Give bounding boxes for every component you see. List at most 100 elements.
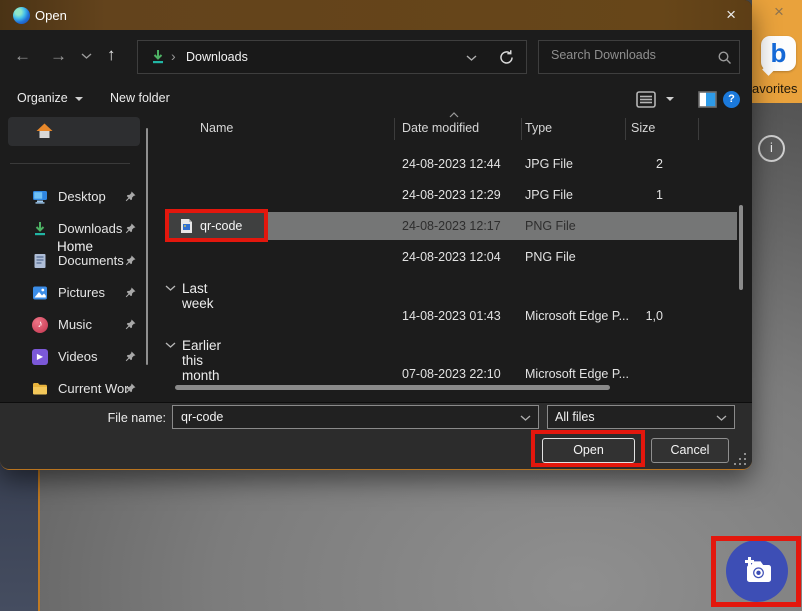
annotation-box-camera-button [711, 536, 801, 607]
table-row[interactable]: 14-08-2023 01:43 Microsoft Edge P... 1,0 [165, 302, 737, 330]
column-separator[interactable] [521, 118, 522, 140]
sidebar-scrollbar[interactable] [146, 128, 148, 365]
cell-date: 24-08-2023 12:29 [402, 181, 501, 209]
new-folder-button[interactable]: New folder [110, 91, 170, 105]
cell-type: PNG File [525, 212, 576, 240]
search-input[interactable] [549, 47, 713, 63]
column-separator[interactable] [394, 118, 395, 140]
cancel-button[interactable]: Cancel [651, 438, 729, 463]
address-dropdown-chevron-icon[interactable] [466, 55, 477, 62]
pin-icon[interactable] [125, 191, 136, 202]
sidebar-item-pictures[interactable]: Pictures [8, 279, 146, 307]
favorites-flyout-panel: × b avorites [752, 0, 802, 103]
dialog-close-icon[interactable]: × [720, 5, 742, 25]
open-file-dialog: Open × ← → ↑ › Downloads [0, 0, 752, 470]
group-collapse-chevron-icon [165, 285, 176, 292]
chevron-down-icon [520, 415, 531, 422]
column-header-name[interactable]: Name [200, 121, 233, 135]
sort-ascending-chevron-icon [449, 112, 459, 118]
cell-size: 1,0 [626, 302, 663, 330]
file-name-combobox[interactable] [172, 405, 539, 429]
flyout-close-icon[interactable]: × [774, 2, 784, 22]
downloads-folder-icon [150, 49, 166, 66]
sidebar-item-label: Videos [58, 349, 98, 364]
cell-date: 24-08-2023 12:04 [402, 243, 501, 271]
address-bar[interactable]: › Downloads [137, 40, 527, 74]
cell-type: PNG File [525, 243, 576, 271]
search-box[interactable] [538, 40, 740, 74]
sidebar-item-label: Music [58, 317, 92, 332]
column-separator[interactable] [625, 118, 626, 140]
sidebar-item-documents[interactable]: Documents [8, 247, 146, 275]
file-type-combobox[interactable]: All files [547, 405, 735, 429]
forward-icon[interactable]: → [50, 46, 67, 66]
desktop-icon [32, 189, 48, 205]
view-details-icon[interactable] [636, 91, 656, 108]
sidebar-item-current-work[interactable]: Current Worl [8, 375, 146, 403]
pin-icon[interactable] [125, 319, 136, 330]
documents-icon [32, 253, 48, 269]
resize-grip[interactable] [734, 453, 746, 465]
edge-logo-icon [13, 7, 30, 24]
sidebar-item-desktop[interactable]: Desktop [8, 183, 146, 211]
table-row[interactable]: 24-08-2023 12:44 JPG File 2 [165, 150, 737, 178]
pin-icon[interactable] [125, 287, 136, 298]
downloads-icon [32, 221, 48, 237]
pin-icon[interactable] [125, 223, 136, 234]
dialog-titlebar[interactable]: Open × [0, 0, 752, 30]
horizontal-scrollbar[interactable] [175, 385, 610, 390]
bing-letter: b [761, 36, 796, 70]
help-icon[interactable]: ? [723, 91, 740, 108]
recent-locations-chevron-icon[interactable] [81, 53, 92, 60]
home-icon [36, 123, 53, 139]
view-dropdown-caret-icon[interactable] [666, 97, 674, 101]
refresh-icon[interactable] [498, 49, 515, 66]
pin-icon[interactable] [125, 383, 136, 394]
favorites-label: avorites [752, 81, 802, 96]
annotation-box-qr-code [165, 209, 268, 242]
breadcrumb-chevron-icon: › [171, 48, 176, 64]
sidebar-item-downloads[interactable]: Downloads [8, 215, 146, 243]
up-icon[interactable]: ↑ [107, 45, 116, 65]
sidebar-item-home[interactable]: Home [8, 117, 140, 146]
cell-date: 24-08-2023 12:17 [402, 212, 501, 240]
column-header-date-modified[interactable]: Date modified [402, 121, 479, 135]
cell-date: 14-08-2023 01:43 [402, 302, 501, 330]
sidebar-item-label: Current Worl [58, 381, 128, 396]
videos-icon: ▶ [32, 349, 48, 365]
sidebar-item-label: Documents [58, 253, 124, 268]
preview-pane-icon[interactable] [698, 91, 717, 108]
sidebar-item-music[interactable]: ♪ Music [8, 311, 146, 339]
file-name-input[interactable] [179, 409, 513, 425]
back-icon[interactable]: ← [14, 46, 31, 66]
column-header-type[interactable]: Type [525, 121, 552, 135]
cell-size: 2 [626, 150, 663, 178]
table-row[interactable]: 24-08-2023 12:29 JPG File 1 [165, 181, 737, 209]
cell-date: 24-08-2023 12:44 [402, 150, 501, 178]
cell-type: JPG File [525, 150, 573, 178]
column-header-size[interactable]: Size [631, 121, 655, 135]
chevron-down-icon [716, 415, 727, 422]
sidebar-item-videos[interactable]: ▶ Videos [8, 343, 146, 371]
cell-type: Microsoft Edge P... [525, 360, 629, 388]
table-row[interactable]: 07-08-2023 22:10 Microsoft Edge P... [165, 360, 737, 388]
table-row[interactable]: 24-08-2023 12:04 PNG File [165, 243, 737, 271]
pictures-icon [32, 285, 48, 301]
sidebar-item-label: Pictures [58, 285, 105, 300]
bing-logo[interactable]: b [761, 36, 796, 71]
screenshot-stage: × b avorites i Open × ← → ↑ [0, 0, 802, 611]
pin-icon[interactable] [125, 255, 136, 266]
sidebar-divider [10, 163, 130, 164]
sidebar-item-label: Desktop [58, 189, 106, 204]
cell-size: 1 [626, 181, 663, 209]
cell-type: JPG File [525, 181, 573, 209]
organize-button[interactable]: Organize [17, 91, 68, 105]
column-separator[interactable] [698, 118, 699, 140]
pin-icon[interactable] [125, 351, 136, 362]
search-icon [717, 50, 733, 66]
breadcrumb-location[interactable]: Downloads [186, 50, 248, 64]
sidebar-item-label: Downloads [58, 221, 122, 236]
info-icon[interactable]: i [758, 135, 785, 162]
music-icon: ♪ [32, 317, 48, 333]
vertical-scrollbar[interactable] [739, 205, 743, 290]
